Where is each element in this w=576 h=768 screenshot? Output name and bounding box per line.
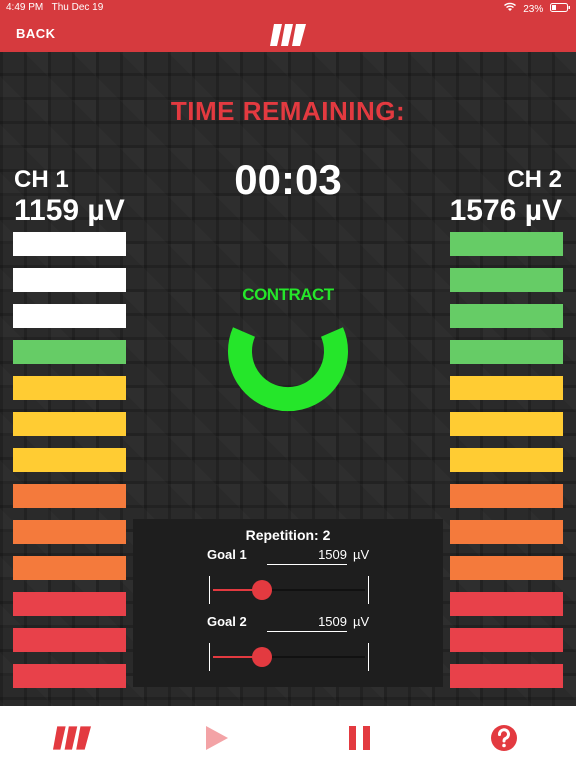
pause-button[interactable] [349, 726, 371, 755]
ch2-level-segment [450, 232, 563, 256]
play-button[interactable] [204, 725, 230, 756]
contract-label: CONTRACT [242, 285, 334, 304]
goal-1-slider-knob[interactable] [251, 580, 272, 600]
ch1-level-segment [13, 556, 126, 580]
goal-1-slider[interactable] [209, 576, 369, 604]
ch1-level-segment [13, 448, 126, 472]
ch2-level-segment [450, 412, 563, 436]
ch2-level-segment [450, 520, 563, 544]
ch2-level-segment [450, 556, 563, 580]
ch1-level-segment [13, 376, 126, 400]
ch2-level-segment [450, 340, 563, 364]
goal-2-field[interactable]: 1509 [267, 614, 347, 632]
m-logo-tab-button[interactable] [53, 726, 91, 755]
repetition-label: Repetition: 2 [245, 527, 331, 543]
time-remaining-label: TIME REMAINING: [170, 96, 406, 126]
ch1-level-segment [13, 340, 126, 364]
ch1-level-segment [13, 412, 126, 436]
goal-2-label: Goal 2 [207, 614, 247, 629]
wifi-icon [504, 2, 519, 15]
navigation-bar: BACK [0, 16, 576, 52]
ch2-level-segment [450, 376, 563, 400]
ch1-level-segment [13, 484, 126, 508]
goal-2-slider[interactable] [209, 643, 369, 671]
ch1-level-segment [13, 304, 126, 328]
channel-1-name: CH 1 [14, 166, 69, 193]
goal-1-unit: µV [353, 547, 370, 562]
goals-panel: Repetition: 2 Goal 1 1509 µV Goal 2 1509… [133, 519, 443, 687]
ch1-level-segment [13, 664, 126, 688]
status-bar: 4:49 PM Thu Dec 19 23% [0, 0, 576, 16]
ch2-level-segment [450, 664, 563, 688]
goal-2-unit: µV [353, 614, 370, 629]
help-icon [491, 725, 517, 751]
status-time: 4:49 PM [6, 2, 44, 13]
channel-2-level-meter [450, 232, 563, 700]
goal-2-slider-knob[interactable] [251, 647, 272, 667]
ch2-level-segment [450, 268, 563, 292]
ch2-level-segment [450, 304, 563, 328]
ch2-level-segment [450, 628, 563, 652]
session-screen: TIME REMAINING: 00:03 CH 1 1159 µV CH 2 … [0, 52, 576, 706]
ch1-level-segment [13, 232, 126, 256]
status-date: Thu Dec 19 [51, 2, 104, 13]
ch1-level-segment [13, 520, 126, 544]
ch1-level-segment [13, 268, 126, 292]
bottom-toolbar [0, 706, 576, 768]
ch2-level-segment [450, 484, 563, 508]
pause-icon [349, 726, 370, 750]
m-logo-icon [53, 726, 91, 750]
goal-1-field[interactable]: 1509 [267, 547, 347, 565]
m-logo-icon [270, 24, 306, 46]
help-button[interactable] [490, 724, 518, 757]
ch2-level-segment [450, 448, 563, 472]
goal-1-label: Goal 1 [207, 547, 247, 562]
battery-percent: 23% [523, 4, 544, 15]
ch1-level-segment [13, 628, 126, 652]
channel-1-level-meter [13, 232, 126, 700]
back-button[interactable]: BACK [16, 26, 56, 41]
channel-2-name: CH 2 [507, 166, 562, 193]
play-icon [206, 726, 228, 750]
ch1-level-segment [13, 592, 126, 616]
ch2-level-segment [450, 592, 563, 616]
battery-icon [550, 3, 570, 15]
channel-1-value: 1159 µV [14, 194, 125, 227]
channel-2-value: 1576 µV [449, 194, 562, 227]
